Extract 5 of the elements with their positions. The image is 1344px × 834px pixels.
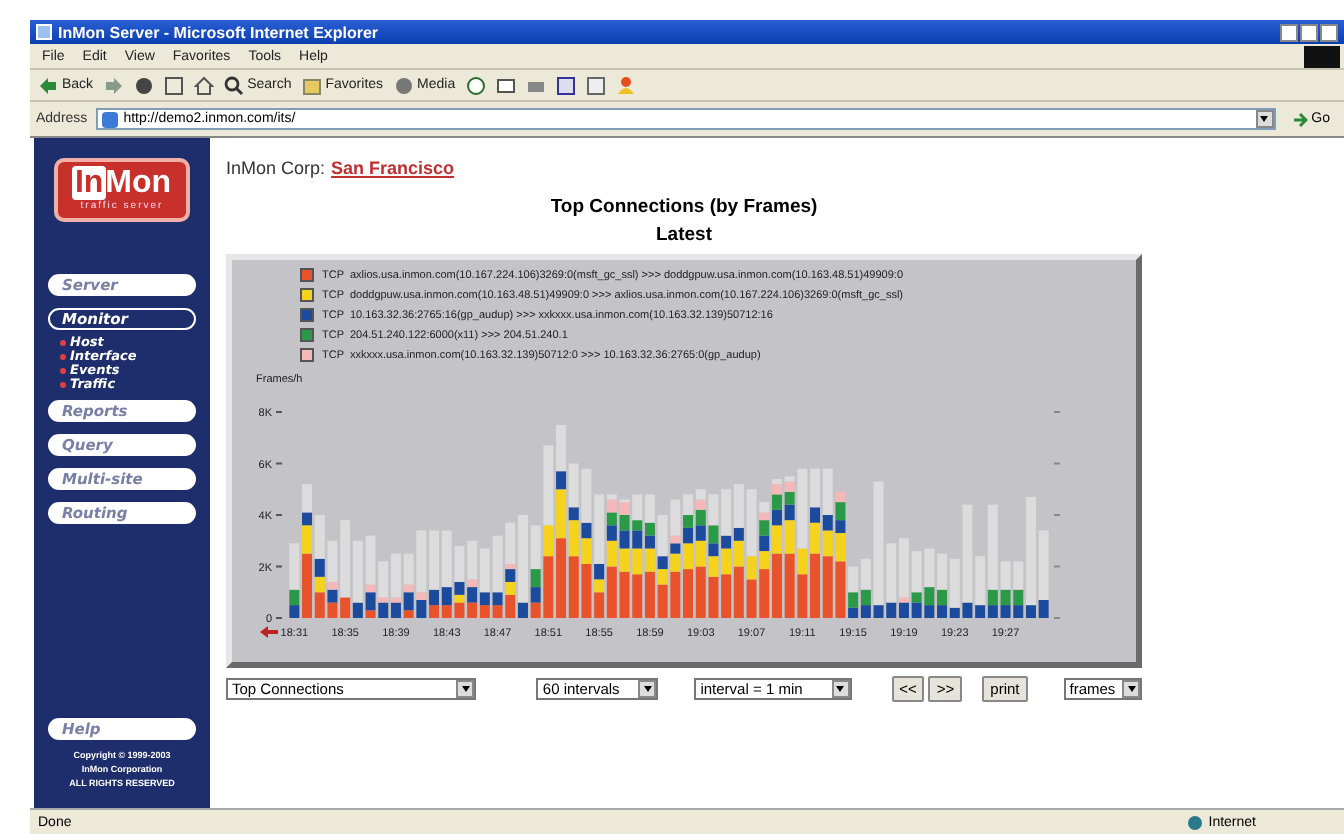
location-link[interactable]: San Francisco xyxy=(331,158,455,178)
chart-subtitle: Latest xyxy=(656,222,712,250)
chart-title: Top Connections (by Frames) xyxy=(550,194,818,222)
window-title: InMon Server - Microsoft Internet Explorer xyxy=(58,23,381,41)
breadcrumb-text: InMon Corp: xyxy=(226,158,326,178)
